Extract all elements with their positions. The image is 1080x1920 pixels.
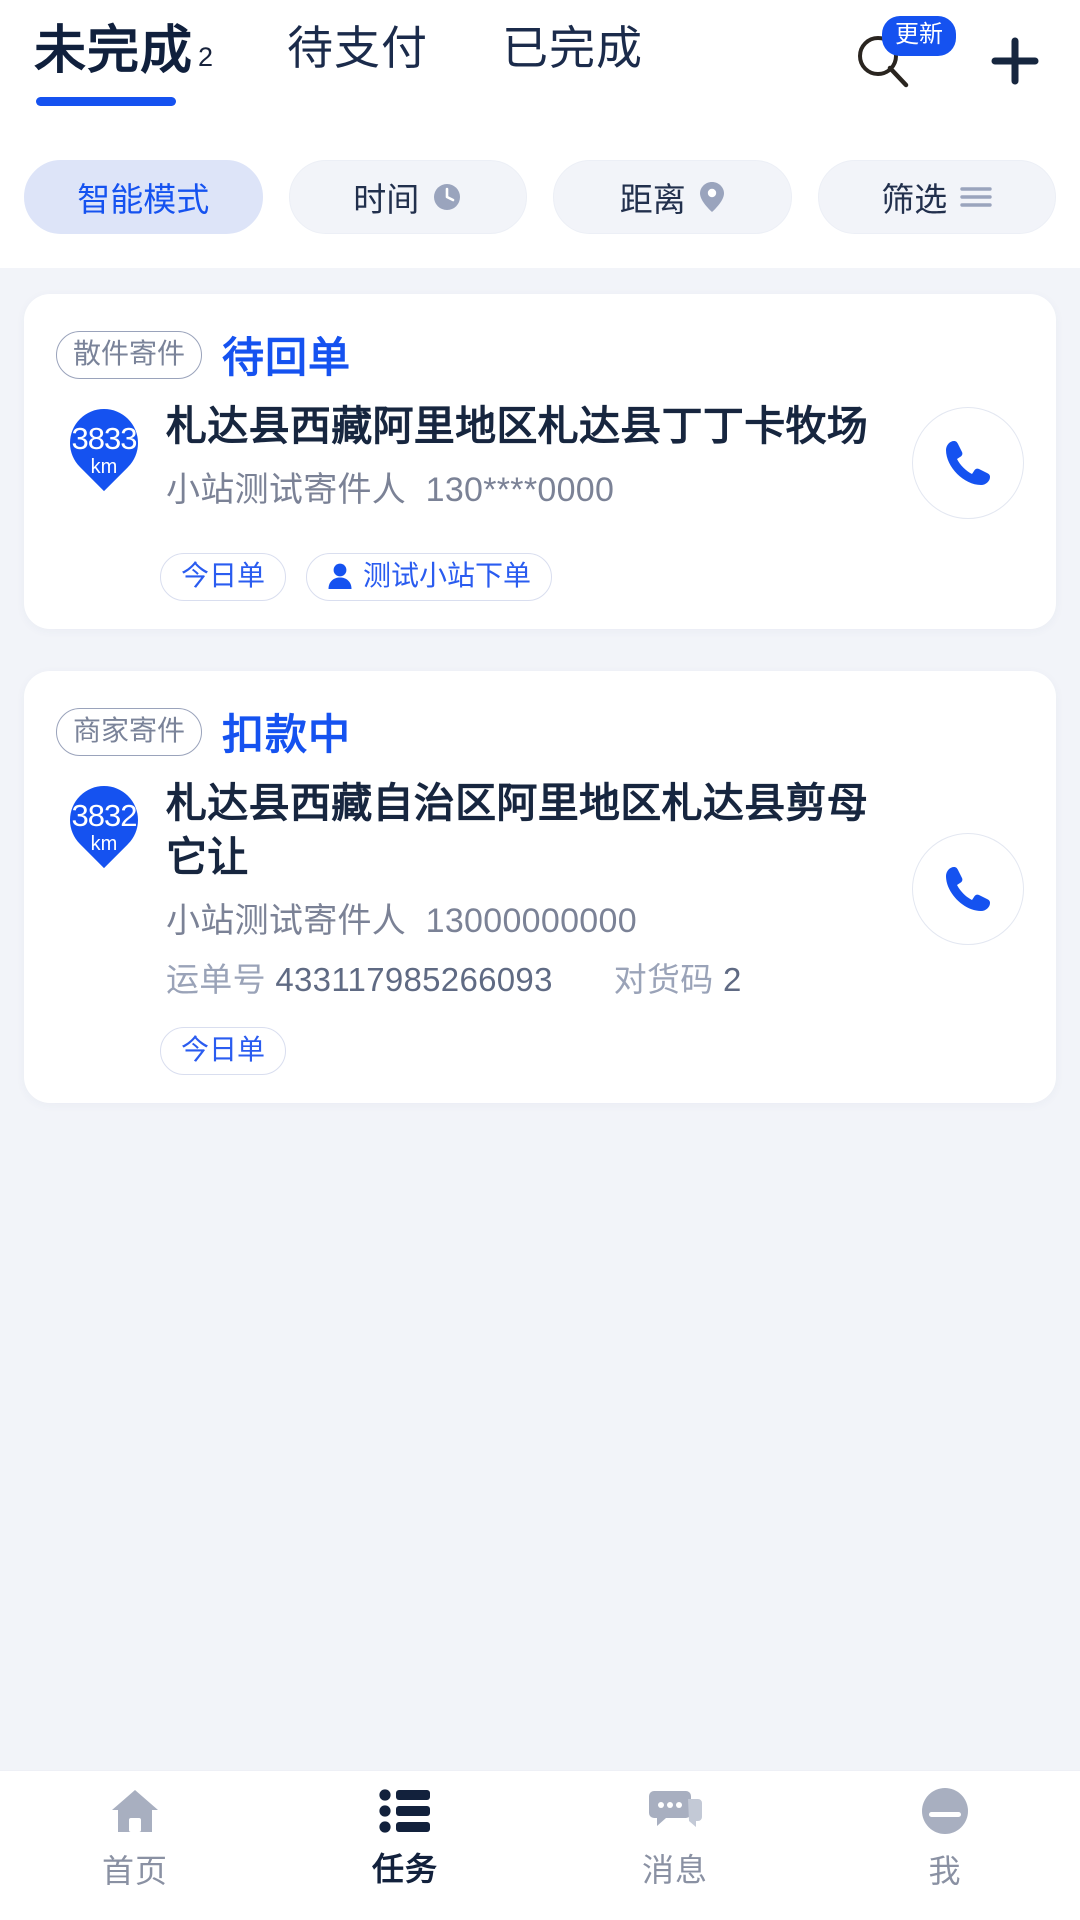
card-tags: 今日单	[56, 1027, 1024, 1076]
tab-bar: 未完成 2 待支付 已完成	[34, 22, 852, 106]
card-tags: 今日单 测试小站下单	[56, 553, 1024, 601]
bottom-navigation: 首页 任务 消息 我	[0, 1770, 1080, 1920]
nav-item-home[interactable]: 首页	[0, 1786, 270, 1892]
tab-active-underline	[36, 96, 176, 106]
sender-name: 小站测试寄件人	[166, 902, 407, 941]
plus-icon	[991, 37, 1039, 85]
filter-chip-smart-mode[interactable]: 智能模式	[24, 160, 263, 234]
tab-completed[interactable]: 已完成	[502, 22, 643, 83]
nav-item-home-label: 首页	[101, 1852, 168, 1889]
status-badge: 扣款中	[222, 711, 352, 758]
filter-bar: 智能模式 时间 距离 筛选	[0, 146, 1080, 268]
filter-chip-filter[interactable]: 筛选	[817, 160, 1056, 234]
nav-item-profile[interactable]: 我	[810, 1786, 1080, 1892]
phone-icon	[946, 866, 990, 911]
tag-station-order: 测试小站下单	[306, 553, 553, 601]
call-button[interactable]	[912, 832, 1024, 945]
phone-icon	[946, 441, 990, 485]
sender-phone: 13000000000	[425, 902, 637, 941]
waybill-label: 运单号	[166, 961, 266, 999]
clock-icon	[432, 182, 462, 212]
address-text: 札达县西藏阿里地区札达县丁丁卡牧场	[166, 403, 869, 449]
map-pin-icon	[55, 394, 153, 492]
top-actions: 更新	[852, 16, 1046, 92]
location-pin-icon	[699, 181, 725, 213]
filter-chip-filter-label: 筛选	[881, 181, 948, 218]
tag-today-order-label: 今日单	[181, 1034, 266, 1066]
task-list: 散件寄件 待回单 3833 km 札达县西藏阿里地区札达县丁丁卡牧场 小站测试寄…	[0, 268, 1080, 1770]
call-button[interactable]	[912, 407, 1024, 519]
filter-lines-icon	[960, 184, 992, 210]
match-code-label: 对货码	[613, 961, 714, 999]
tag-today-order: 今日单	[160, 1027, 287, 1076]
tab-pending-payment[interactable]: 待支付	[287, 22, 428, 83]
sender-line: 小站测试寄件人 13000000000	[166, 893, 890, 942]
tag-today-order-label: 今日单	[181, 560, 266, 591]
sender-phone: 130****0000	[425, 471, 615, 510]
app-screen: 未完成 2 待支付 已完成 更新 智能模式 时间 距离 筛选 散件寄件 待回单 …	[0, 0, 1080, 1920]
order-info: 札达县西藏自治区阿里地区札达县剪母它让 小站测试寄件人 13000000000 …	[160, 776, 890, 1001]
card-header: 商家寄件 扣款中	[56, 701, 1024, 762]
filter-chip-time[interactable]: 时间	[288, 160, 527, 234]
tab-pending-payment-label: 待支付	[287, 22, 429, 74]
search-button[interactable]: 更新	[852, 16, 956, 92]
order-info: 札达县西藏阿里地区札达县丁丁卡牧场 小站测试寄件人 130****0000	[160, 399, 890, 511]
nav-item-tasks[interactable]: 任务	[270, 1788, 540, 1890]
sender-line: 小站测试寄件人 130****0000	[166, 462, 890, 511]
person-icon	[328, 563, 352, 589]
home-icon	[112, 1789, 158, 1832]
filter-chip-distance[interactable]: 距离	[553, 160, 792, 234]
tab-completed-label: 已完成	[502, 22, 644, 74]
order-type-tag: 散件寄件	[56, 330, 203, 379]
status-badge: 待回单	[222, 334, 352, 381]
address-text: 札达县西藏自治区阿里地区札达县剪母它让	[166, 780, 869, 881]
nav-item-messages[interactable]: 消息	[540, 1787, 810, 1891]
filter-chip-smart-mode-label: 智能模式	[77, 181, 210, 218]
match-code-value: 2	[723, 961, 742, 999]
update-badge: 更新	[882, 16, 956, 56]
waybill-line: 运单号 433117985266093 对货码 2	[166, 953, 890, 1001]
filter-chip-time-label: 时间	[353, 181, 420, 218]
filter-chip-distance-label: 距离	[619, 181, 686, 218]
chat-icon	[649, 1790, 702, 1827]
tab-unfinished-count: 2	[198, 42, 214, 72]
waybill-number: 433117985266093	[275, 961, 553, 999]
map-pin-icon	[55, 771, 153, 869]
top-bar: 未完成 2 待支付 已完成 更新	[0, 0, 1080, 146]
tag-today-order: 今日单	[160, 553, 287, 601]
add-order-button[interactable]	[984, 30, 1046, 92]
card-body: 3833 km 札达县西藏阿里地区札达县丁丁卡牧场 小站测试寄件人 130***…	[55, 394, 1024, 527]
list-icon	[379, 1788, 430, 1833]
card-body: 3832 km 札达县西藏自治区阿里地区札达县剪母它让 小站测试寄件人 1300…	[55, 771, 1024, 1001]
distance-pin: 3832 km	[55, 771, 153, 904]
task-card[interactable]: 商家寄件 扣款中 3832 km 札达县西藏自治区阿里地区札达县剪母它让 小站测…	[24, 671, 1056, 1104]
profile-icon	[922, 1787, 968, 1834]
distance-pin: 3833 km	[55, 394, 153, 527]
card-header: 散件寄件 待回单	[56, 324, 1024, 385]
tag-station-order-label: 测试小站下单	[363, 560, 532, 591]
nav-item-tasks-label: 任务	[371, 1850, 438, 1887]
sender-name: 小站测试寄件人	[166, 471, 407, 510]
tab-unfinished[interactable]: 未完成 2	[34, 22, 214, 106]
nav-item-messages-label: 消息	[641, 1851, 708, 1888]
nav-item-profile-label: 我	[928, 1852, 962, 1889]
task-card[interactable]: 散件寄件 待回单 3833 km 札达县西藏阿里地区札达县丁丁卡牧场 小站测试寄…	[24, 294, 1056, 629]
tab-unfinished-label: 未完成	[34, 22, 194, 80]
order-type-tag: 商家寄件	[56, 707, 203, 756]
